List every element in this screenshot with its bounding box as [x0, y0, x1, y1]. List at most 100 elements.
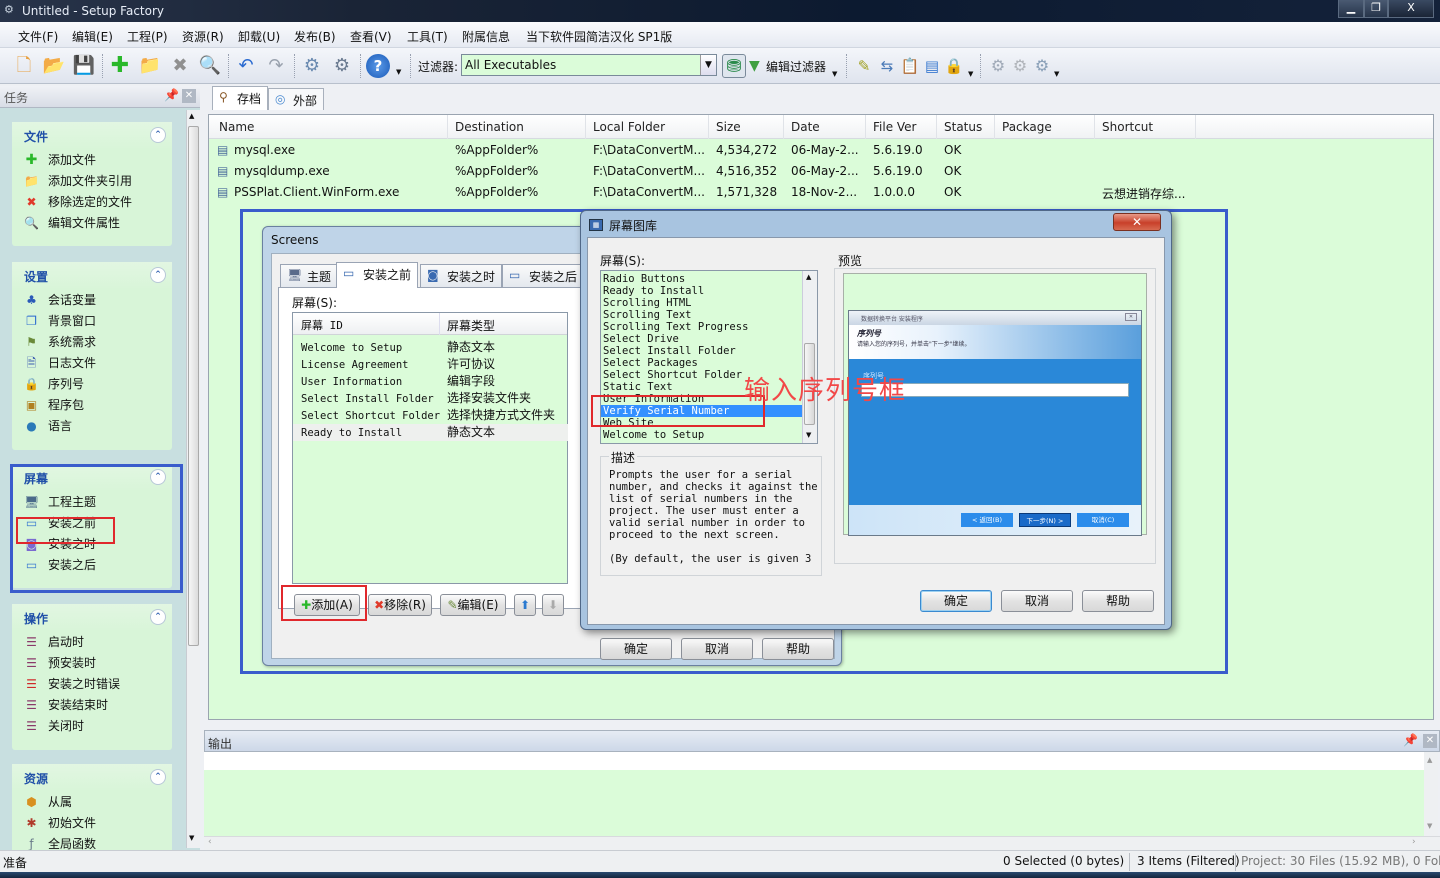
file-row[interactable]: ▤ mysqldump.exe %AppFolder% F:\DataConve… [209, 161, 1433, 182]
filter-toggle-icon[interactable]: ⛃ [722, 54, 746, 78]
menu-uninstall[interactable]: 卸载(U) [238, 28, 280, 45]
scroll-down-icon[interactable]: ▼ [806, 431, 811, 439]
tab-before-install[interactable]: ▭ 安装之前 [336, 262, 419, 288]
tab-while-installing[interactable]: ◙ 安装之时 [420, 264, 503, 287]
cancel-button[interactable]: 取消 [1001, 590, 1073, 612]
task-serial-numbers[interactable]: 🔒 序列号 [12, 374, 172, 395]
menu-tools[interactable]: 工具(T) [407, 28, 448, 45]
menu-resources[interactable]: 资源(R) [182, 28, 224, 45]
task-group-header[interactable]: 操作 ⌃ [12, 604, 172, 632]
close-pane-icon[interactable]: ✕ [1423, 734, 1437, 748]
screen-row[interactable]: License Agreement 许可协议 [301, 356, 568, 373]
column-header[interactable]: Status [944, 120, 982, 134]
remove-screen-button[interactable]: ✖移除(R) [368, 594, 432, 616]
scroll-down-icon[interactable]: ▼ [189, 834, 194, 842]
scroll-thumb[interactable] [188, 126, 199, 646]
gallery-list-item[interactable]: Radio Buttons [601, 273, 803, 285]
collapse-icon[interactable]: ⌃ [150, 267, 166, 283]
menu-file[interactable]: 文件(F) [18, 28, 58, 45]
scroll-left-icon[interactable]: ‹ [208, 837, 212, 847]
column-header[interactable]: Destination [455, 120, 524, 134]
screen-row[interactable]: Select Install Folder 选择安装文件夹 [301, 390, 568, 407]
gallery-list-item[interactable]: Select Install Folder [601, 345, 803, 357]
tab-external[interactable]: ◎ 外部 [268, 88, 325, 110]
cancel-button[interactable]: 取消 [681, 638, 753, 660]
chevron-down-icon[interactable]: ▼ [700, 55, 716, 75]
restore-button[interactable]: ❐ [1364, 0, 1388, 18]
add-files-icon[interactable]: ✚ [108, 54, 132, 78]
help-button[interactable]: 帮助 [762, 638, 834, 660]
task-add-folder-ref[interactable]: 📁 添加文件夹引用 [12, 171, 172, 192]
menu-publish[interactable]: 发布(B) [294, 28, 336, 45]
task-on-install-error[interactable]: ☰ 安装之时错误 [12, 674, 172, 695]
screens-list[interactable]: 屏幕 ID 屏幕类型 Welcome to Setup 静态文本 License … [292, 312, 568, 584]
close-button[interactable]: ✕ [1113, 213, 1161, 231]
scroll-up-icon[interactable]: ▲ [806, 273, 811, 281]
task-add-files[interactable]: ✚ 添加文件 [12, 150, 172, 171]
network-icon[interactable]: ⇆ [875, 54, 899, 78]
minimize-button[interactable]: ▁ [1338, 0, 1364, 18]
task-on-post-install[interactable]: ☰ 安装结束时 [12, 695, 172, 716]
gallery-list-item[interactable]: Welcome to Setup [601, 429, 803, 441]
task-dependencies[interactable]: ⬢ 从属 [12, 792, 172, 813]
close-pane-icon[interactable]: ✕ [182, 89, 196, 103]
collapse-icon[interactable]: ⌃ [150, 609, 166, 625]
collapse-icon[interactable]: ⌃ [150, 769, 166, 785]
menu-localization-info[interactable]: 当下软件园简洁汉化 SP1版 [526, 28, 672, 45]
build-icon[interactable]: ⚙ [300, 54, 324, 78]
tools-dropdown-icon[interactable]: ▼ [968, 70, 973, 78]
gallery-scrollbar[interactable]: ▲ ▼ [802, 271, 817, 443]
scroll-right-icon[interactable]: › [1412, 837, 1416, 847]
rename-icon[interactable]: ✎ [852, 54, 876, 78]
task-on-startup[interactable]: ☰ 启动时 [12, 632, 172, 653]
filter-dropdown-icon[interactable]: ▼ [832, 70, 837, 78]
ok-button[interactable]: 确定 [600, 638, 672, 660]
column-header[interactable]: Package [1002, 120, 1052, 134]
tab-after-install[interactable]: ▭ 安装之后 [502, 264, 585, 287]
column-header[interactable]: Date [791, 120, 820, 134]
screen-row[interactable]: Ready to Install 静态文本 [293, 424, 568, 441]
pin-icon[interactable]: 📌 [164, 88, 179, 102]
menu-view[interactable]: 查看(V) [350, 28, 392, 45]
task-background-window[interactable]: ❐ 背景窗口 [12, 311, 172, 332]
pin-icon[interactable]: 📌 [1403, 733, 1418, 747]
tab-archive[interactable]: ⚲ 存档 [212, 86, 269, 110]
column-header[interactable]: Local Folder [593, 120, 665, 134]
add-folder-icon[interactable]: 📁 [138, 54, 162, 78]
close-button[interactable]: X [1388, 0, 1434, 18]
task-primer-files[interactable]: ✱ 初始文件 [12, 813, 172, 834]
edit-filter-button[interactable]: 编辑过滤器 [766, 58, 826, 75]
menu-edit[interactable]: 编辑(E) [72, 28, 113, 45]
help-button[interactable]: 帮助 [1082, 590, 1154, 612]
calculator-icon[interactable]: ▤ [920, 54, 944, 78]
gallery-list-item[interactable]: Select Drive [601, 333, 803, 345]
task-session-variables[interactable]: ♣ 会话变量 [12, 290, 172, 311]
open-icon[interactable]: 📂 [42, 54, 66, 78]
task-on-pre-install[interactable]: ☰ 预安装时 [12, 653, 172, 674]
task-language[interactable]: ● 语言 [12, 416, 172, 437]
output-horizontal-scrollbar[interactable]: ‹ › [204, 836, 1440, 850]
file-row[interactable]: ▤ mysql.exe %AppFolder% F:\DataConvertM.… [209, 140, 1433, 161]
undo-icon[interactable]: ↶ [234, 54, 258, 78]
file-row[interactable]: ▤ PSSPlat.Client.WinForm.exe %AppFolder%… [209, 182, 1433, 203]
gallery-list-item[interactable]: Scrolling HTML [601, 297, 803, 309]
task-edit-properties[interactable]: 🔍 编辑文件属性 [12, 213, 172, 234]
save-icon[interactable]: 💾 [72, 54, 96, 78]
gallery-list-item[interactable]: Scrolling Text Progress [601, 321, 803, 333]
help-dropdown-icon[interactable]: ▼ [396, 68, 401, 76]
gear-edit-icon[interactable]: ⚙ [1030, 54, 1054, 78]
settings-icon[interactable]: ⚙ [330, 54, 354, 78]
menu-project[interactable]: 工程(P) [127, 28, 168, 45]
task-packages[interactable]: ▣ 程序包 [12, 395, 172, 416]
build-dropdown-icon[interactable]: ▼ [1054, 70, 1059, 78]
menu-extras[interactable]: 附属信息 [462, 28, 510, 45]
ok-button[interactable]: 确定 [920, 590, 992, 612]
task-group-header[interactable]: 文件 ⌃ [12, 122, 172, 150]
task-pane-scrollbar[interactable]: ▲ ▼ [186, 110, 200, 848]
task-log-file[interactable]: 🗎 日志文件 [12, 353, 172, 374]
scroll-up-icon[interactable]: ▲ [189, 112, 194, 120]
tab-theme[interactable]: 🖥 主题 [280, 264, 339, 287]
scroll-down-icon[interactable]: ▼ [1427, 822, 1432, 830]
task-global-functions[interactable]: ƒ 全局函数 [12, 834, 172, 850]
move-down-button[interactable]: ⬇ [542, 594, 564, 616]
